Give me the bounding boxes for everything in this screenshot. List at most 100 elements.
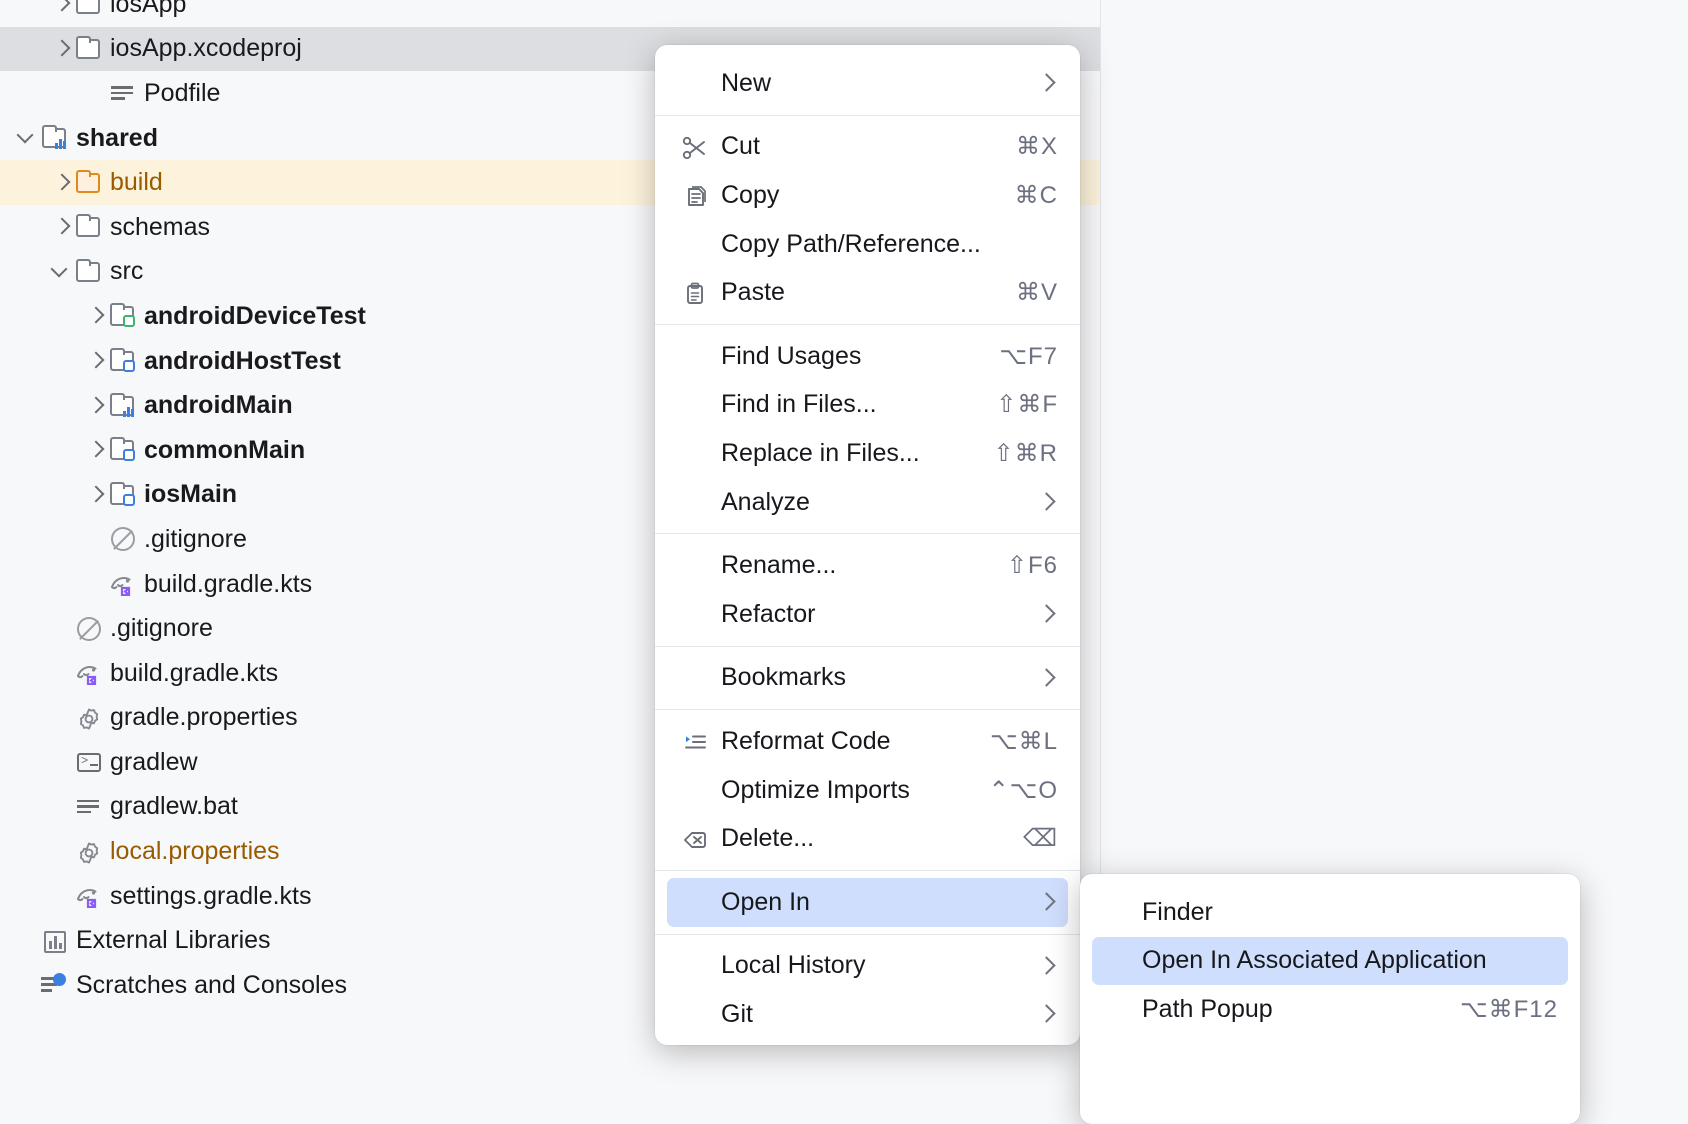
tree-item-label: local.properties (110, 837, 280, 866)
excluded-folder-icon (76, 173, 100, 193)
menu-separator (655, 646, 1080, 647)
menu-item-icon (681, 279, 721, 307)
tree-item-label: src (110, 257, 143, 286)
tree-expand-arrow-closed[interactable] (84, 350, 106, 372)
tree-item-icon (72, 0, 106, 19)
menu-item[interactable]: Delete...⌫ (667, 814, 1068, 863)
tree-item-label: gradlew (110, 748, 198, 777)
tree-expand-arrow-closed[interactable] (84, 484, 106, 506)
submenu-item-label: Open In Associated Application (1142, 946, 1558, 975)
submenu-item-label: Finder (1142, 898, 1558, 927)
menu-item[interactable]: Copy⌘C (667, 171, 1068, 220)
tree-row[interactable]: iosApp (0, 0, 1100, 27)
tree-item-label: shared (76, 124, 158, 153)
text-file-icon (111, 86, 133, 100)
tree-item-icon (72, 792, 106, 822)
chevron-right-icon (1036, 491, 1058, 513)
menu-item-shortcut: ⇧F6 (1007, 551, 1058, 580)
menu-item-label: Analyze (721, 488, 1022, 517)
tree-arrow-spacer (50, 796, 72, 818)
menu-item[interactable]: Replace in Files...⇧⌘R (667, 429, 1068, 478)
tree-expand-arrow-closed[interactable] (84, 395, 106, 417)
menu-item[interactable]: New (667, 59, 1068, 108)
menu-item-icon (681, 69, 721, 97)
properties-file-icon (76, 840, 102, 866)
menu-item-icon (681, 552, 721, 580)
tree-arrow-spacer (50, 707, 72, 729)
menu-item[interactable]: Find in Files... ⇧⌘F (667, 381, 1068, 430)
submenu-item[interactable]: Finder (1092, 888, 1568, 937)
tree-item-label: Scratches and Consoles (76, 971, 347, 1000)
menu-item-shortcut: ⌥⌘L (990, 727, 1058, 756)
tree-expand-arrow-closed[interactable] (84, 305, 106, 327)
menu-item[interactable]: Copy Path/Reference... (667, 220, 1068, 269)
chevron-right-icon (1036, 667, 1058, 689)
menu-item-icon (681, 342, 721, 370)
tree-expand-arrow-closed[interactable] (50, 216, 72, 238)
menu-item[interactable]: Cut⌘X (667, 123, 1068, 172)
folder-icon (76, 39, 100, 59)
menu-item[interactable]: Rename... ⇧F6 (667, 541, 1068, 590)
menu-item[interactable]: Open In (667, 878, 1068, 927)
tree-item-icon (106, 78, 140, 108)
menu-item-icon (681, 181, 721, 209)
menu-item[interactable]: Paste⌘V (667, 268, 1068, 317)
tree-item-label: androidDeviceTest (144, 302, 366, 331)
menu-item-icon (681, 776, 721, 804)
submenu-item[interactable]: Path Popup⌥⌘F12 (1092, 985, 1568, 1034)
menu-item[interactable]: Optimize Imports⌃⌥O (667, 766, 1068, 815)
menu-item[interactable]: Refactor (667, 590, 1068, 639)
tree-arrow-spacer (50, 751, 72, 773)
tree-expand-arrow-closed[interactable] (50, 38, 72, 60)
tree-item-icon (72, 881, 106, 911)
menu-item[interactable]: Find Usages⌥F7 (667, 332, 1068, 381)
tree-arrow-spacer (50, 885, 72, 907)
menu-item-shortcut: ⇧⌘F (996, 390, 1058, 419)
tree-item-label: .gitignore (144, 525, 247, 554)
submenu-item[interactable]: Open In Associated Application (1092, 937, 1568, 986)
tree-item-icon (72, 212, 106, 242)
ignored-file-icon (111, 527, 135, 551)
menu-item-icon (681, 230, 721, 258)
open-in-submenu[interactable]: Finder Open In Associated Application Path… (1080, 874, 1580, 1124)
context-menu[interactable]: New Cut⌘XCopy⌘C Copy Path/Reference... Past… (655, 45, 1080, 1045)
menu-item-label: Local History (721, 951, 1022, 980)
menu-item-shortcut: ⌘X (1016, 132, 1058, 161)
cut-icon (681, 134, 721, 162)
tree-item-label: settings.gradle.kts (110, 882, 312, 911)
menu-item-label: Rename... (721, 551, 989, 580)
gradle-kotlin-script-icon (109, 572, 137, 596)
tree-item-icon (106, 301, 140, 331)
tree-item-icon (72, 837, 106, 867)
tree-item-icon (72, 747, 106, 777)
tree-item-label: .gitignore (110, 614, 213, 643)
chevron-right-icon (1036, 955, 1058, 977)
menu-item-icon (681, 825, 721, 853)
menu-item-label: Delete... (721, 824, 1005, 853)
menu-item[interactable]: Analyze (667, 478, 1068, 527)
tree-expand-arrow-closed[interactable] (84, 439, 106, 461)
menu-item[interactable]: Git (667, 990, 1068, 1039)
paste-icon (681, 280, 721, 308)
menu-item-label: Copy Path/Reference... (721, 230, 1058, 259)
menu-item-icon (681, 952, 721, 980)
tree-item-icon (38, 123, 72, 153)
menu-item[interactable]: Reformat Code⌥⌘L (667, 717, 1068, 766)
menu-item-label: Find in Files... (721, 390, 978, 419)
tree-item-icon (38, 926, 72, 956)
tree-item-label: iosMain (144, 480, 237, 509)
menu-item-shortcut: ⌃⌥O (989, 776, 1058, 805)
tree-arrow-spacer (50, 662, 72, 684)
submenu-item-shortcut: ⌥⌘F12 (1460, 995, 1558, 1024)
tree-expand-arrow-open[interactable] (50, 261, 72, 283)
tree-item-icon (38, 970, 72, 1000)
menu-item[interactable]: Bookmarks (667, 654, 1068, 703)
tree-expand-arrow-open[interactable] (16, 127, 38, 149)
text-file-icon (77, 800, 99, 814)
properties-file-icon (76, 706, 102, 732)
menu-item-label: Refactor (721, 600, 1022, 629)
tree-expand-arrow-closed[interactable] (50, 172, 72, 194)
tree-expand-arrow-closed[interactable] (50, 0, 72, 15)
menu-item[interactable]: Local History (667, 942, 1068, 991)
tree-item-label: gradlew.bat (110, 792, 238, 821)
